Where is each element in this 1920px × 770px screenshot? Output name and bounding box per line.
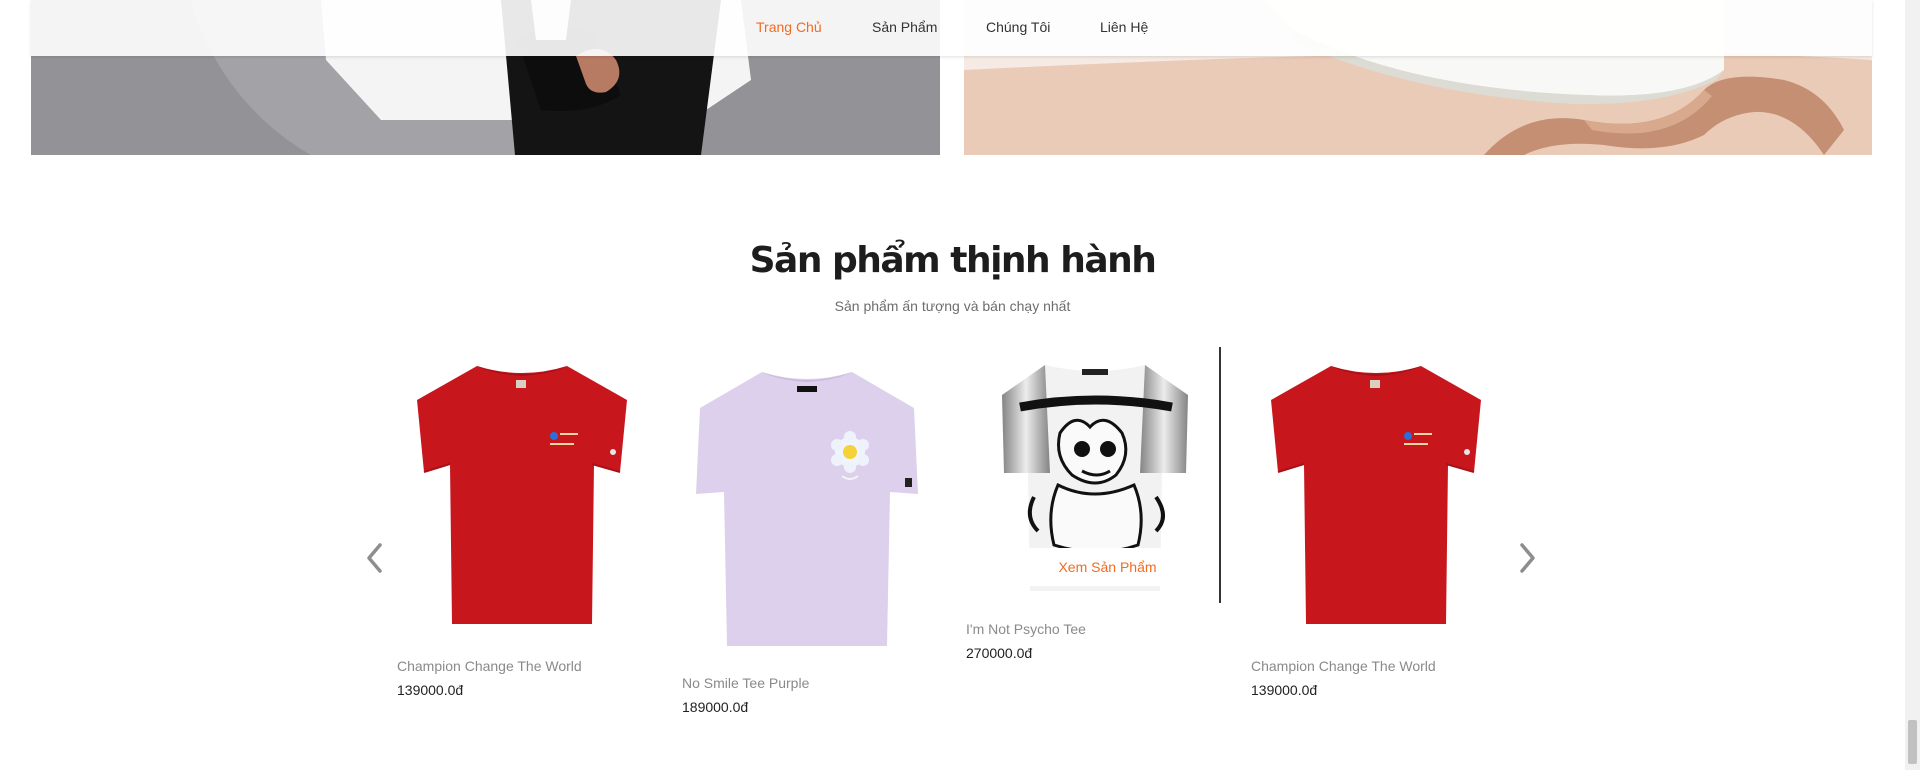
product-name[interactable]: I'm Not Psycho Tee (966, 621, 1086, 637)
product-name[interactable]: No Smile Tee Purple (682, 675, 809, 691)
view-product-button[interactable]: Xem Sản Phẩm (1027, 548, 1188, 586)
site-header: Trang Chủ Sản Phẩm Chúng Tôi Liên Hệ (31, 0, 1872, 56)
main-nav: Trang Chủ Sản Phẩm Chúng Tôi Liên Hệ (31, 0, 1872, 56)
nav-item-home[interactable]: Trang Chủ (756, 19, 822, 35)
product-price: 139000.0đ (397, 682, 464, 698)
chevron-left-icon (367, 543, 382, 573)
lavender-tshirt-image (696, 372, 918, 646)
red-tshirt-image (1271, 366, 1481, 624)
product-image[interactable] (402, 352, 642, 632)
trending-subtitle: Sản phẩm ấn tượng và bán chạy nhất (834, 298, 1071, 314)
product-price: 270000.0đ (966, 645, 1033, 661)
carousel-prev-button[interactable] (360, 538, 390, 578)
nav-item-contact[interactable]: Liên Hệ (1100, 19, 1148, 35)
red-tshirt-image (417, 366, 627, 624)
product-image[interactable] (1256, 352, 1496, 632)
product-price: 139000.0đ (1251, 682, 1318, 698)
carousel-next-button[interactable] (1512, 538, 1542, 578)
carousel-divider (1219, 347, 1221, 603)
product-name[interactable]: Champion Change The World (1251, 658, 1436, 674)
trending-title: Sản phẩm thịnh hành (749, 240, 1157, 281)
product-name[interactable]: Champion Change The World (397, 658, 582, 674)
scrollbar-thumb[interactable] (1908, 720, 1917, 764)
nav-item-about[interactable]: Chúng Tôi (986, 19, 1050, 35)
product-price: 189000.0đ (682, 699, 749, 715)
product-image[interactable] (682, 364, 932, 654)
page-scrollbar[interactable] (1905, 0, 1920, 770)
chevron-right-icon (1520, 543, 1535, 573)
nav-item-products[interactable]: Sản Phẩm (872, 19, 937, 35)
